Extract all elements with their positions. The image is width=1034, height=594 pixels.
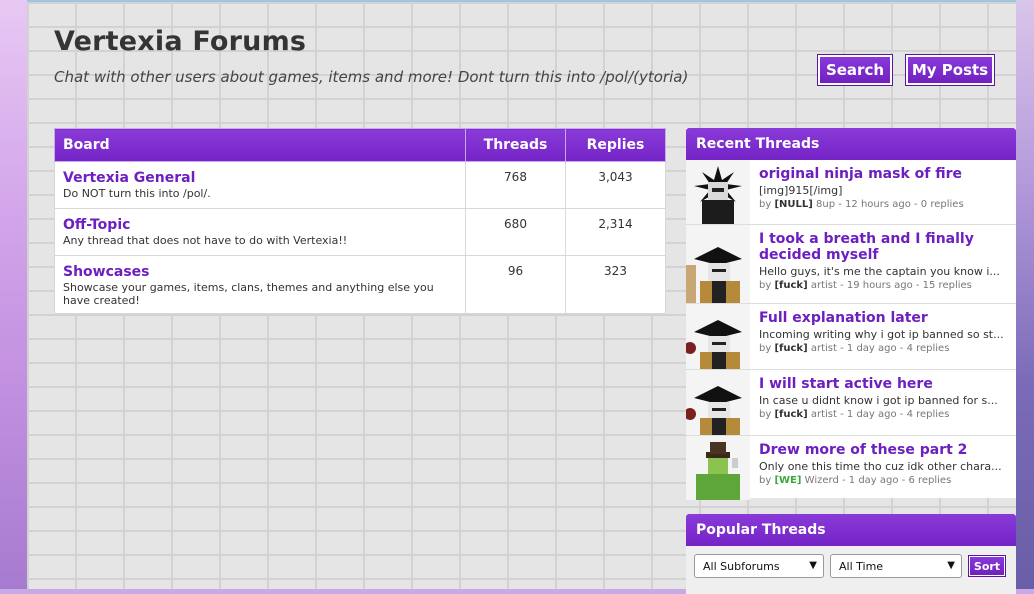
thread-count: 96 (465, 255, 566, 314)
by-label: by (759, 199, 772, 210)
clan-tag[interactable]: [fuck] (774, 280, 807, 291)
username-link[interactable]: Wizerd (805, 475, 839, 486)
thread-snippet: [img]915[/img] (759, 184, 843, 197)
board-cell: Showcases Showcase your games, items, cl… (54, 255, 466, 314)
reply-count: 3,043 (565, 161, 666, 209)
page-subtitle: Chat with other users about games, items… (54, 68, 689, 86)
list-item: Drew more of these part 2 Only one this … (686, 436, 1016, 500)
thread-meta: by [WE] Wizerd - 1 day ago - 6 replies (759, 475, 1008, 486)
page-title: Vertexia Forums (54, 26, 307, 57)
board-link[interactable]: Off-Topic (63, 217, 457, 233)
board-cell: Vertexia General Do NOT turn this into /… (54, 161, 466, 209)
board-cell: Off-Topic Any thread that does not have … (54, 208, 466, 256)
clan-tag[interactable]: [fuck] (774, 409, 807, 420)
thread-time: - 12 hours ago - 0 replies (838, 199, 964, 210)
thread-time: - 1 day ago - 6 replies (841, 475, 952, 486)
recent-threads-header: Recent Threads (686, 128, 1016, 160)
sort-button[interactable]: Sort (968, 555, 1006, 577)
search-button[interactable]: Search (817, 54, 893, 86)
time-range-select-value: All Time (839, 559, 884, 573)
popular-threads-header: Popular Threads (686, 514, 1016, 546)
thread-time: - 1 day ago - 4 replies (840, 343, 950, 354)
username-link[interactable]: artist (811, 343, 837, 354)
board-link[interactable]: Vertexia General (63, 170, 457, 186)
thread-title-link[interactable]: I took a breath and I finally decided my… (759, 231, 1008, 263)
background-right (1016, 0, 1034, 589)
avatar[interactable] (686, 160, 750, 224)
chevron-down-icon: ▼ (947, 560, 955, 571)
username-link[interactable]: artist (811, 409, 837, 420)
thread-count: 768 (465, 161, 566, 209)
thread-snippet: Hello guys, it's me the captain you know… (759, 265, 1000, 278)
thread-title-link[interactable]: I will start active here (759, 376, 1008, 392)
popular-threads-panel: Popular Threads All Subforums ▼ All Time… (686, 514, 1016, 594)
table-row: Off-Topic Any thread that does not have … (54, 208, 666, 256)
subforum-select-value: All Subforums (703, 559, 780, 573)
threads-column-header: Threads (465, 128, 566, 162)
username-link[interactable]: artist (811, 280, 837, 291)
board-table: Board Threads Replies Vertexia General D… (54, 128, 666, 314)
thread-title-link[interactable]: original ninja mask of fire (759, 166, 1008, 182)
clan-tag[interactable]: [WE] (774, 475, 801, 486)
list-item: I took a breath and I finally decided my… (686, 225, 1016, 304)
list-item: I will start active here In case u didnt… (686, 370, 1016, 436)
reply-count: 323 (565, 255, 666, 314)
background-left (0, 0, 27, 589)
avatar[interactable] (686, 304, 750, 369)
avatar[interactable] (686, 436, 750, 500)
by-label: by (759, 475, 772, 486)
thread-count: 680 (465, 208, 566, 256)
thread-time: - 19 hours ago - 15 replies (840, 280, 972, 291)
thread-meta: by [fuck] artist - 19 hours ago - 15 rep… (759, 280, 1008, 291)
board-column-header: Board (54, 128, 466, 162)
board-table-header: Board Threads Replies (54, 128, 666, 162)
thread-meta: by [fuck] artist - 1 day ago - 4 replies (759, 343, 1008, 354)
my-posts-button[interactable]: My Posts (905, 54, 995, 86)
replies-column-header: Replies (565, 128, 666, 162)
clan-tag[interactable]: [fuck] (774, 343, 807, 354)
table-row: Vertexia General Do NOT turn this into /… (54, 161, 666, 209)
thread-snippet: In case u didnt know i got ip banned for… (759, 394, 998, 407)
thread-meta: by [NULL] 8up - 12 hours ago - 0 replies (759, 199, 1008, 210)
clan-tag[interactable]: [NULL] (774, 199, 812, 210)
avatar[interactable] (686, 370, 750, 435)
chevron-down-icon: ▼ (809, 560, 817, 571)
recent-threads-panel: Recent Threads original ninja mask of fi… (686, 128, 1016, 500)
thread-snippet: Only one this time tho cuz idk other cha… (759, 460, 1002, 473)
list-item: Full explanation later Incoming writing … (686, 304, 1016, 370)
username-link[interactable]: 8up (816, 199, 835, 210)
board-link[interactable]: Showcases (63, 264, 457, 280)
reply-count: 2,314 (565, 208, 666, 256)
thread-time: - 1 day ago - 4 replies (840, 409, 950, 420)
list-item: original ninja mask of fire [img]915[/im… (686, 160, 1016, 225)
subforum-select[interactable]: All Subforums ▼ (694, 554, 824, 578)
board-description: Any thread that does not have to do with… (63, 234, 348, 247)
by-label: by (759, 280, 772, 291)
thread-meta: by [fuck] artist - 1 day ago - 4 replies (759, 409, 1008, 420)
thread-title-link[interactable]: Drew more of these part 2 (759, 442, 1008, 458)
thread-snippet: Incoming writing why i got ip banned so … (759, 328, 1004, 341)
avatar[interactable] (686, 225, 750, 303)
table-row: Showcases Showcase your games, items, cl… (54, 255, 666, 314)
time-range-select[interactable]: All Time ▼ (830, 554, 962, 578)
by-label: by (759, 409, 772, 420)
by-label: by (759, 343, 772, 354)
board-description: Do NOT turn this into /pol/. (63, 187, 211, 200)
board-description: Showcase your games, items, clans, theme… (63, 281, 434, 307)
thread-title-link[interactable]: Full explanation later (759, 310, 1008, 326)
